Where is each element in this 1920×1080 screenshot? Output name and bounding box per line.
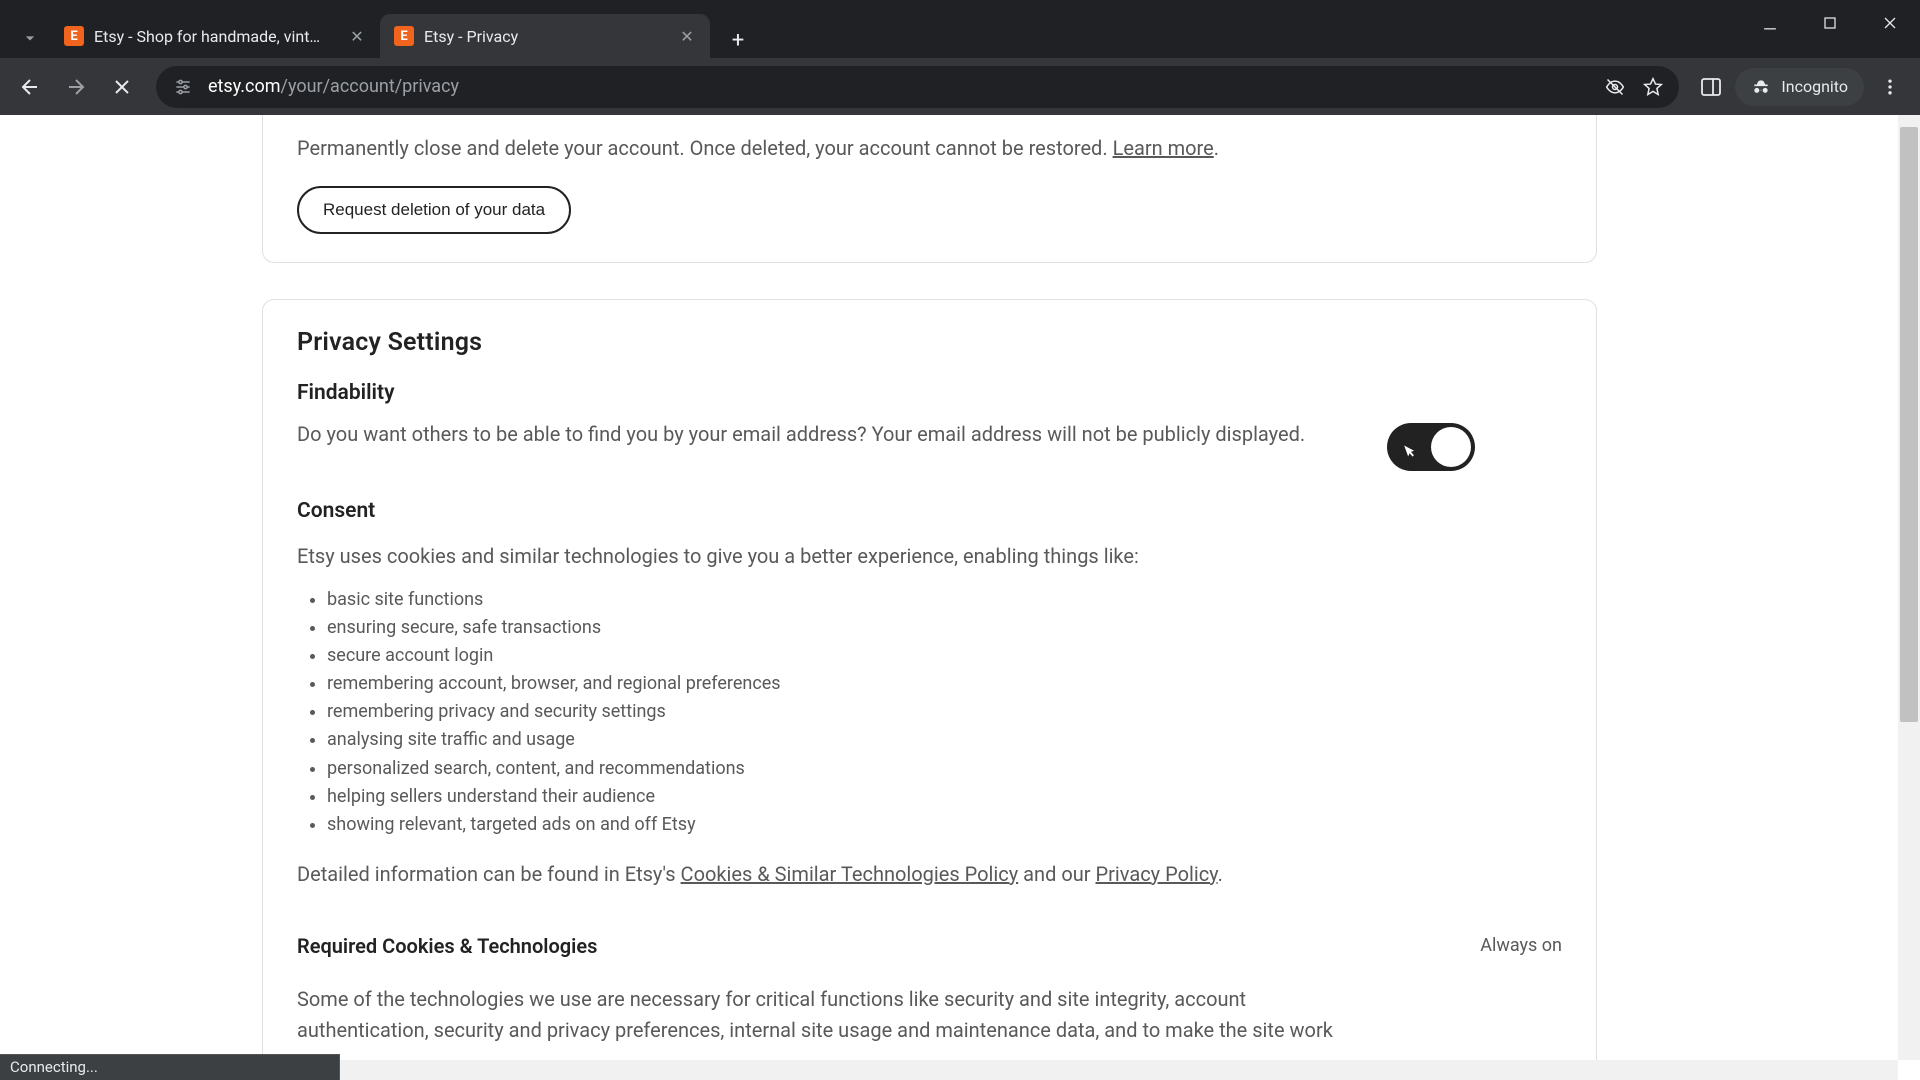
- stop-reload-button[interactable]: [102, 67, 142, 107]
- forward-button[interactable]: [56, 67, 96, 107]
- findability-row: Do you want others to be able to find yo…: [297, 419, 1562, 471]
- tracking-blocked-icon[interactable]: [1605, 77, 1625, 97]
- always-on-label: Always on: [1480, 935, 1562, 956]
- maximize-button[interactable]: [1800, 0, 1860, 46]
- privacy-settings-card: Privacy Settings Findability Do you want…: [262, 299, 1597, 1080]
- side-panel-icon[interactable]: [1699, 75, 1723, 99]
- tab-strip: E Etsy - Shop for handmade, vint… ✕ E Et…: [0, 0, 1920, 58]
- delete-description: Permanently close and delete your accoun…: [297, 133, 1562, 164]
- cookies-policy-link[interactable]: Cookies & Similar Technologies Policy: [681, 862, 1019, 886]
- privacy-policy-link[interactable]: Privacy Policy: [1096, 862, 1218, 886]
- tabs-dropdown[interactable]: [10, 18, 50, 58]
- list-item: showing relevant, targeted ads on and of…: [327, 811, 1562, 839]
- content-area: Permanently close and delete your accoun…: [262, 115, 1597, 1080]
- minimize-button[interactable]: [1740, 0, 1800, 46]
- list-item: ensuring secure, safe transactions: [327, 614, 1562, 642]
- incognito-badge[interactable]: Incognito: [1735, 68, 1864, 106]
- page-viewport: Permanently close and delete your accoun…: [0, 115, 1920, 1080]
- list-item: secure account login: [327, 642, 1562, 670]
- consent-intro: Etsy uses cookies and similar technologi…: [297, 541, 1562, 572]
- consent-detail: Detailed information can be found in Ets…: [297, 859, 1562, 890]
- list-item: helping sellers understand their audienc…: [327, 783, 1562, 811]
- status-bar: Connecting...: [0, 1054, 340, 1080]
- etsy-favicon-icon: E: [394, 26, 414, 46]
- list-item: analysing site traffic and usage: [327, 726, 1562, 754]
- etsy-favicon-icon: E: [64, 26, 84, 46]
- close-icon[interactable]: ✕: [678, 27, 696, 46]
- list-item: remembering account, browser, and region…: [327, 670, 1562, 698]
- list-item: remembering privacy and security setting…: [327, 698, 1562, 726]
- incognito-icon: [1751, 77, 1771, 97]
- close-icon[interactable]: ✕: [348, 27, 366, 46]
- toolbar: etsy.com/your/account/privacy Incognito: [0, 58, 1920, 115]
- site-settings-icon[interactable]: [172, 76, 194, 98]
- bookmark-icon[interactable]: [1643, 77, 1663, 97]
- consent-heading: Consent: [297, 499, 1562, 523]
- close-window-button[interactable]: [1860, 0, 1920, 46]
- findability-description: Do you want others to be able to find yo…: [297, 419, 1347, 450]
- back-button[interactable]: [10, 67, 50, 107]
- url-text: etsy.com/your/account/privacy: [208, 76, 1591, 97]
- list-item: personalized search, content, and recomm…: [327, 755, 1562, 783]
- consent-list: basic site functions ensuring secure, sa…: [327, 586, 1562, 839]
- tab-title: Etsy - Privacy: [424, 27, 668, 46]
- tab-title: Etsy - Shop for handmade, vint…: [94, 27, 338, 46]
- toggle-knob: [1431, 427, 1471, 467]
- required-cookies-description: Some of the technologies we use are nece…: [297, 984, 1357, 1046]
- privacy-settings-heading: Privacy Settings: [297, 328, 1562, 357]
- window-controls: [1740, 0, 1920, 46]
- tab-etsy-privacy[interactable]: E Etsy - Privacy ✕: [380, 14, 710, 58]
- learn-more-link[interactable]: Learn more: [1113, 136, 1214, 160]
- browser-chrome: E Etsy - Shop for handmade, vint… ✕ E Et…: [0, 0, 1920, 115]
- required-cookies-heading: Required Cookies & Technologies: [297, 934, 597, 958]
- findability-heading: Findability: [297, 381, 1562, 405]
- incognito-label: Incognito: [1781, 77, 1848, 96]
- tab-etsy-shop[interactable]: E Etsy - Shop for handmade, vint… ✕: [50, 14, 380, 58]
- browser-menu-button[interactable]: [1870, 67, 1910, 107]
- required-cookies-row: Required Cookies & Technologies Always o…: [297, 934, 1562, 958]
- scrollbar-thumb[interactable]: [1900, 127, 1918, 722]
- new-tab-button[interactable]: +: [720, 22, 756, 58]
- request-deletion-button[interactable]: Request deletion of your data: [297, 186, 571, 234]
- delete-account-card: Permanently close and delete your accoun…: [262, 115, 1597, 263]
- list-item: basic site functions: [327, 586, 1562, 614]
- findability-toggle[interactable]: [1387, 423, 1475, 471]
- address-bar[interactable]: etsy.com/your/account/privacy: [156, 66, 1679, 108]
- cursor-icon: [1397, 438, 1425, 470]
- vertical-scrollbar[interactable]: [1898, 115, 1920, 1060]
